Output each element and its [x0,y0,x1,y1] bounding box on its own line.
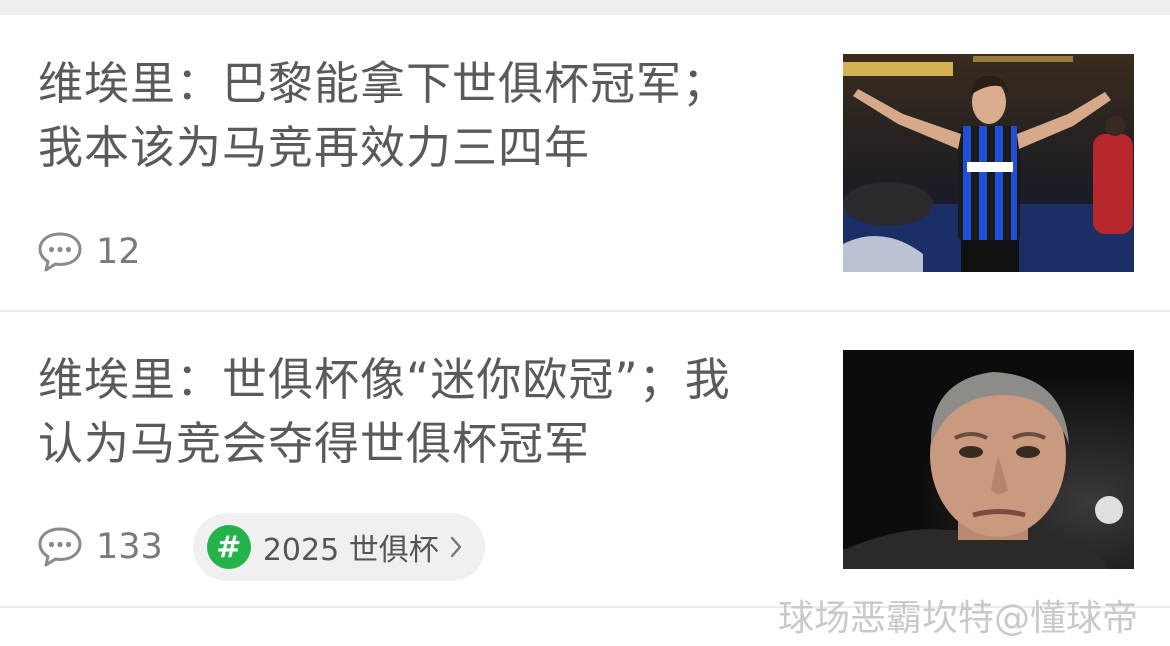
news-title-line1: 维埃里：世俱杯像“迷你欧冠”；我 [38,353,731,406]
portrait-photo[interactable] [843,350,1134,569]
news-card[interactable]: 维埃里：巴黎能拿下世俱杯冠军； 我本该为马竞再效力三四年 12 [0,15,1170,310]
news-title[interactable]: 维埃里：巴黎能拿下世俱杯冠军； 我本该为马竞再效力三四年 [38,52,818,180]
news-card[interactable]: 维埃里：世俱杯像“迷你欧冠”；我 认为马竞会夺得世俱杯冠军 133 # 2025… [0,312,1170,606]
comment-count: 12 [96,232,141,272]
player-celebrating-photo[interactable] [843,54,1134,272]
comment-bubble-icon[interactable] [36,231,84,273]
news-title-line2: 认为马竞会夺得世俱杯冠军 [38,417,591,470]
news-title-line2: 我本该为马竞再效力三四年 [38,121,591,174]
news-meta: 133 # 2025 世俱杯 [36,512,485,582]
chevron-right-icon [450,536,461,558]
news-meta: 12 [36,217,141,287]
hashtag-icon: # [206,525,251,569]
topic-tag-label: 2025 世俱杯 [262,533,439,568]
news-title-line1: 维埃里：巴黎能拿下世俱杯冠军； [38,57,729,110]
comment-count: 133 [96,527,163,567]
watermark: 球场恶霸坎特@懂球帝 [778,598,1139,639]
top-separator [0,0,1170,15]
news-title[interactable]: 维埃里：世俱杯像“迷你欧冠”；我 认为马竞会夺得世俱杯冠军 [38,348,818,476]
news-feed: 维埃里：巴黎能拿下世俱杯冠军； 我本该为马竞再效力三四年 12 维埃里：世俱杯像… [0,0,1170,646]
topic-tag-chip[interactable]: # 2025 世俱杯 [192,513,485,581]
comment-bubble-icon[interactable] [36,526,84,568]
